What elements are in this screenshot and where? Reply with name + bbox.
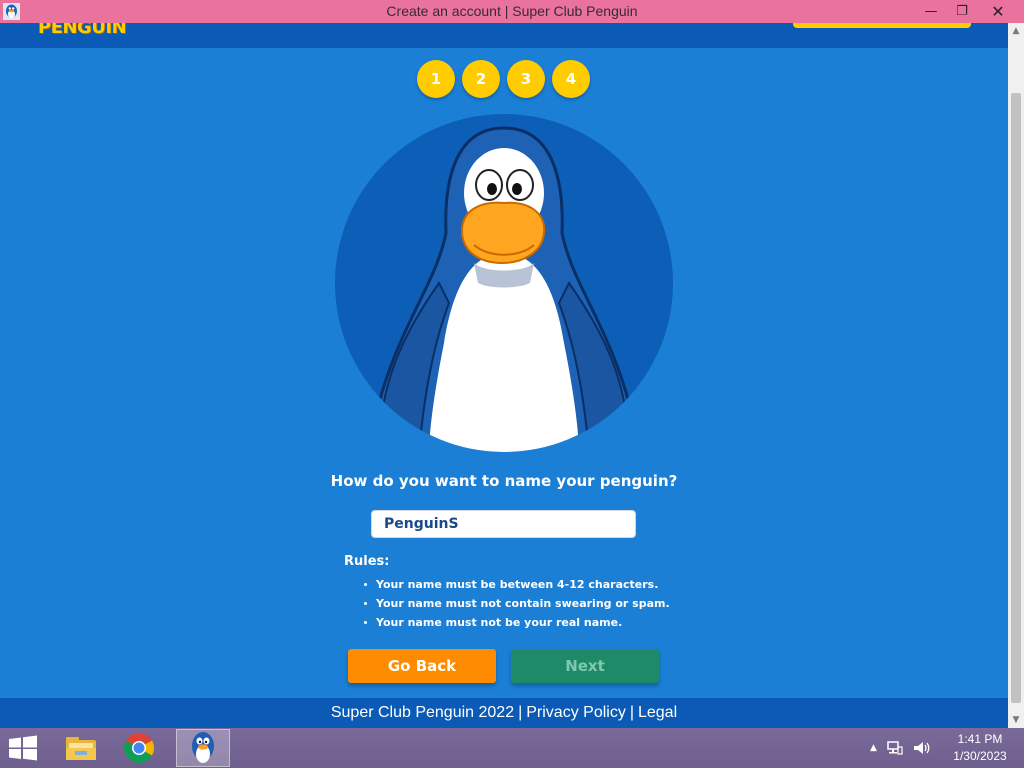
header-button[interactable] bbox=[793, 23, 971, 28]
name-prompt-heading: How do you want to name your penguin? bbox=[330, 472, 678, 490]
rules-heading: Rules: bbox=[344, 554, 390, 569]
window-title: Create an account | Super Club Penguin bbox=[386, 3, 638, 19]
taskbar: ▲ 1:41 PM 1/30/2023 bbox=[0, 728, 1024, 768]
next-button[interactable]: Next bbox=[511, 649, 659, 683]
rules-list: Your name must be between 4-12 character… bbox=[362, 575, 670, 632]
page-viewport: PENGUIN 1 2 3 4 How do you want to name … bbox=[0, 23, 1008, 728]
chrome-icon bbox=[123, 733, 155, 764]
footer-separator: | bbox=[629, 704, 634, 721]
file-explorer-taskbar-button[interactable] bbox=[54, 729, 108, 767]
step-4-indicator: 4 bbox=[552, 60, 590, 98]
network-icon[interactable] bbox=[887, 741, 903, 755]
rule-item: Your name must be between 4-12 character… bbox=[362, 575, 670, 594]
super-club-penguin-taskbar-button[interactable] bbox=[176, 729, 230, 767]
privacy-policy-link[interactable]: Privacy Policy bbox=[526, 704, 626, 722]
clock-time: 1:41 PM bbox=[957, 732, 1003, 746]
step-3-indicator: 3 bbox=[507, 60, 545, 98]
legal-link[interactable]: Legal bbox=[638, 704, 677, 722]
restore-button[interactable]: ❐ bbox=[946, 0, 978, 22]
file-explorer-icon bbox=[66, 737, 96, 760]
show-hidden-icons-icon[interactable]: ▲ bbox=[870, 743, 877, 753]
scrollbar-thumb[interactable] bbox=[1011, 93, 1021, 703]
speaker-icon[interactable] bbox=[913, 741, 931, 755]
site-footer: Super Club Penguin 2022 | Privacy Policy… bbox=[0, 698, 1008, 728]
site-logo[interactable]: PENGUIN bbox=[38, 23, 127, 38]
footer-copyright: Super Club Penguin 2022 bbox=[330, 704, 515, 721]
penguin-app-icon bbox=[192, 732, 214, 763]
scroll-up-arrow-icon[interactable]: ▲ bbox=[1008, 23, 1024, 39]
site-header: PENGUIN bbox=[0, 23, 1008, 48]
footer-separator: | bbox=[518, 704, 523, 721]
clock-date: 1/30/2023 bbox=[953, 749, 1007, 763]
chrome-taskbar-button[interactable] bbox=[112, 729, 166, 767]
penguin-name-input[interactable] bbox=[371, 510, 636, 538]
close-button[interactable]: ✕ bbox=[982, 0, 1014, 22]
penguin-avatar-image bbox=[335, 114, 673, 452]
rule-item: Your name must not contain swearing or s… bbox=[362, 594, 670, 613]
window-titlebar: Create an account | Super Club Penguin —… bbox=[0, 0, 1024, 23]
scroll-down-arrow-icon[interactable]: ▼ bbox=[1008, 712, 1024, 728]
windows-logo-icon[interactable] bbox=[8, 735, 38, 761]
minimize-button[interactable]: — bbox=[915, 0, 947, 22]
system-tray: ▲ bbox=[870, 728, 931, 768]
vertical-scrollbar[interactable]: ▲ ▼ bbox=[1008, 23, 1024, 728]
step-1-indicator: 1 bbox=[417, 60, 455, 98]
go-back-button[interactable]: Go Back bbox=[348, 649, 496, 683]
step-2-indicator: 2 bbox=[462, 60, 500, 98]
taskbar-clock[interactable]: 1:41 PM 1/30/2023 bbox=[944, 731, 1016, 765]
rule-item: Your name must not be your real name. bbox=[362, 613, 670, 632]
